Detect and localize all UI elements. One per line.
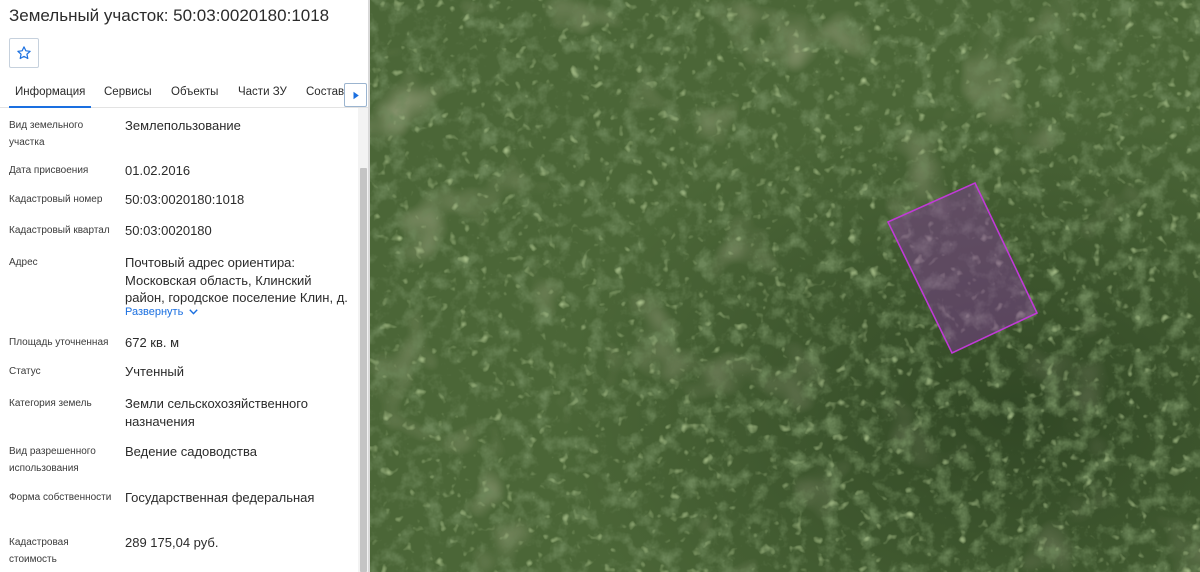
tabs-next-button[interactable] [344, 83, 367, 107]
star-outline-icon [17, 46, 31, 60]
chevron-down-icon [189, 309, 199, 315]
row-label: Вид разрешенного использования [9, 446, 96, 474]
row-value: Земли сельскохозяйственного назначения [125, 396, 308, 429]
row-value: 50:03:0020180 [125, 223, 212, 238]
row-label: Форма собственности [9, 492, 112, 503]
scrollbar-thumb[interactable] [360, 168, 367, 572]
triangle-right-icon [353, 91, 359, 99]
tab-services[interactable]: Сервисы [104, 78, 152, 107]
satellite-map[interactable] [370, 0, 1200, 572]
tab-information[interactable]: Информация [8, 78, 92, 108]
page-title: Земельный участок: 50:03:0020180:1018 [9, 6, 330, 25]
row-label: Площадь уточненная [9, 337, 109, 348]
satellite-imagery [370, 0, 1200, 572]
tab-composition[interactable]: Состав [306, 78, 344, 107]
tab-parcel-parts[interactable]: Части ЗУ [238, 78, 287, 107]
row-value: Учтенный [125, 364, 185, 379]
row-label: Вид земельного участка [9, 120, 84, 148]
row-value: Землепользование [125, 118, 241, 133]
row-value: Почтовый адрес ориентира: Московская обл… [125, 255, 348, 305]
row-value: Ведение садоводства [125, 444, 257, 459]
expand-label: Развернуть [125, 306, 184, 318]
row-label: Дата присвоения [9, 165, 89, 176]
row-label: Статус [9, 366, 41, 377]
expand-address-link[interactable]: Развернуть [125, 306, 199, 318]
row-value: 289 175,04 руб. [125, 535, 219, 550]
row-value: Государственная федеральная [125, 490, 315, 505]
row-label: Категория земель [9, 398, 92, 409]
tab-bar: Информация Сервисы Объекты Части ЗУ Сост… [0, 78, 368, 108]
row-label: Кадастровый номер [9, 194, 103, 205]
row-value: 50:03:0020180:1018 [125, 192, 245, 207]
row-value: 01.02.2016 [125, 163, 191, 178]
favorite-button[interactable] [9, 38, 39, 68]
info-panel: Земельный участок: 50:03:0020180:1018 Ин… [0, 0, 370, 572]
tab-objects[interactable]: Объекты [171, 78, 218, 107]
row-label: Адрес [9, 257, 38, 268]
row-value: 672 кв. м [125, 335, 180, 350]
info-list: Вид земельного участка Землепользование … [0, 108, 358, 572]
row-label: Кадастровый квартал [9, 225, 110, 236]
row-label: Кадастровая стоимость [9, 537, 69, 565]
